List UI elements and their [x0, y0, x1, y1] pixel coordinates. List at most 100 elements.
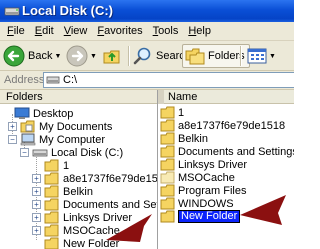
menu-file[interactable]: File [2, 25, 30, 37]
drive-icon [4, 7, 20, 16]
file-item-label: WINDOWS [178, 197, 234, 210]
file-item[interactable]: Belkin [160, 132, 208, 145]
toolbar: Back ▼ ▼ Search Folders ▼ [0, 41, 294, 71]
up-folder-icon [103, 50, 120, 64]
window-title: Local Disk (C:) [22, 3, 114, 18]
tree-item-label: My Computer [39, 133, 106, 146]
folders-icon [185, 48, 205, 65]
back-label: Back [28, 50, 53, 62]
back-arrow-icon [3, 45, 25, 67]
drive-icon [32, 149, 48, 157]
views-icon [247, 48, 267, 64]
rename-input[interactable]: New Folder [178, 210, 241, 223]
my-documents-icon [20, 120, 35, 133]
forward-arrow-icon [66, 45, 88, 67]
name-column-header[interactable]: Name [158, 90, 294, 104]
menu-tools[interactable]: Tools [148, 25, 184, 37]
file-item-label: Program Files [178, 184, 247, 197]
tree-item-label: Desktop [33, 107, 74, 120]
expand-icon[interactable]: + [32, 187, 41, 196]
toolbar-separator [240, 46, 241, 66]
file-item-label: Linksys Driver [178, 158, 248, 171]
tree-item-folder[interactable]: + Belkin [32, 185, 93, 198]
tree-item-label: 1 [63, 159, 70, 172]
file-item[interactable]: MSOCache [160, 171, 235, 184]
views-button[interactable]: ▼ [247, 44, 276, 68]
tree-item-desktop[interactable]: Desktop [2, 107, 73, 120]
name-column-label: Name [168, 91, 198, 103]
annotation-arrow [240, 195, 286, 225]
tree-item-label: Belkin [63, 185, 93, 198]
expand-icon[interactable]: + [32, 200, 41, 209]
tree-item-my-computer[interactable]: − My Computer [8, 133, 105, 146]
menu-favorites[interactable]: Favorites [92, 25, 147, 37]
folder-icon [44, 211, 59, 224]
folder-icon [160, 145, 175, 158]
folder-icon [44, 159, 59, 172]
menu-view[interactable]: View [59, 25, 93, 37]
expand-icon[interactable]: + [8, 122, 17, 131]
folder-icon [160, 119, 175, 132]
file-item-label: Belkin [178, 132, 208, 145]
back-button[interactable]: Back ▼ [3, 44, 61, 68]
file-item-label: a8e1737f6e79de1518 [178, 119, 286, 132]
file-item[interactable]: WINDOWS [160, 197, 234, 210]
file-item-label: 1 [178, 106, 185, 119]
forward-button[interactable]: ▼ [66, 44, 97, 68]
tree-item-label: Local Disk (C:) [51, 146, 124, 159]
file-item[interactable]: Linksys Driver [160, 158, 247, 171]
address-bar: Address C:\ [0, 71, 294, 90]
file-item[interactable]: Documents and Settings [160, 145, 294, 158]
title-bar: Local Disk (C:) [0, 0, 294, 22]
tree-item-label: a8e1737f6e79de1518 [63, 172, 158, 185]
forward-dropdown-icon[interactable]: ▼ [90, 53, 97, 60]
folder-icon [44, 224, 59, 237]
expand-icon[interactable]: + [32, 174, 41, 183]
address-field[interactable]: C:\ [43, 72, 294, 88]
up-folder-button[interactable] [102, 44, 122, 68]
expand-icon[interactable]: + [32, 213, 41, 222]
expand-icon[interactable]: + [32, 226, 41, 235]
menu-edit[interactable]: Edit [30, 25, 59, 37]
file-item[interactable]: a8e1737f6e79de1518 [160, 119, 285, 132]
tree-item-folder[interactable]: + Documents and Settings [32, 198, 157, 211]
file-item-renaming[interactable]: New Folder [160, 210, 241, 223]
back-dropdown-icon[interactable]: ▼ [54, 53, 61, 60]
address-label: Address [4, 74, 45, 86]
tree-item-my-documents[interactable]: + My Documents [8, 120, 112, 133]
search-icon [133, 47, 151, 65]
folder-icon [160, 184, 175, 197]
folder-icon [160, 197, 175, 210]
folders-pane-header: Folders [0, 90, 157, 104]
folder-icon [160, 106, 175, 119]
file-item-label: Documents and Settings [178, 145, 294, 158]
content-pane: Name 1 a8e1737f6e79de1518 Belkin Documen… [158, 90, 294, 249]
desktop-icon [14, 107, 30, 119]
folder-icon [160, 210, 175, 223]
views-dropdown-icon[interactable]: ▼ [269, 53, 276, 60]
my-computer-icon [20, 133, 36, 146]
column-header-edge [158, 90, 164, 104]
drive-icon [46, 76, 60, 84]
folder-icon [44, 237, 59, 249]
menu-bar: File Edit View Favorites Tools Help [0, 22, 294, 41]
folder-icon [160, 132, 175, 145]
toolbar-separator [128, 46, 129, 66]
file-item-label: MSOCache [178, 171, 235, 184]
tree-item-label: Documents and Settings [63, 198, 157, 211]
collapse-icon[interactable]: − [20, 148, 29, 157]
tree-item-folder[interactable]: 1 [32, 159, 69, 172]
file-item[interactable]: 1 [160, 106, 184, 119]
tree-item-local-disk[interactable]: − Local Disk (C:) [20, 146, 123, 159]
file-item[interactable]: Program Files [160, 184, 246, 197]
folder-icon [44, 185, 59, 198]
folder-icon [44, 172, 59, 185]
tree-item-label: My Documents [39, 120, 113, 133]
collapse-icon[interactable]: − [8, 135, 17, 144]
menu-help[interactable]: Help [183, 25, 216, 37]
folder-icon [44, 198, 59, 211]
tree-item-folder[interactable]: + a8e1737f6e79de1518 [32, 172, 158, 185]
